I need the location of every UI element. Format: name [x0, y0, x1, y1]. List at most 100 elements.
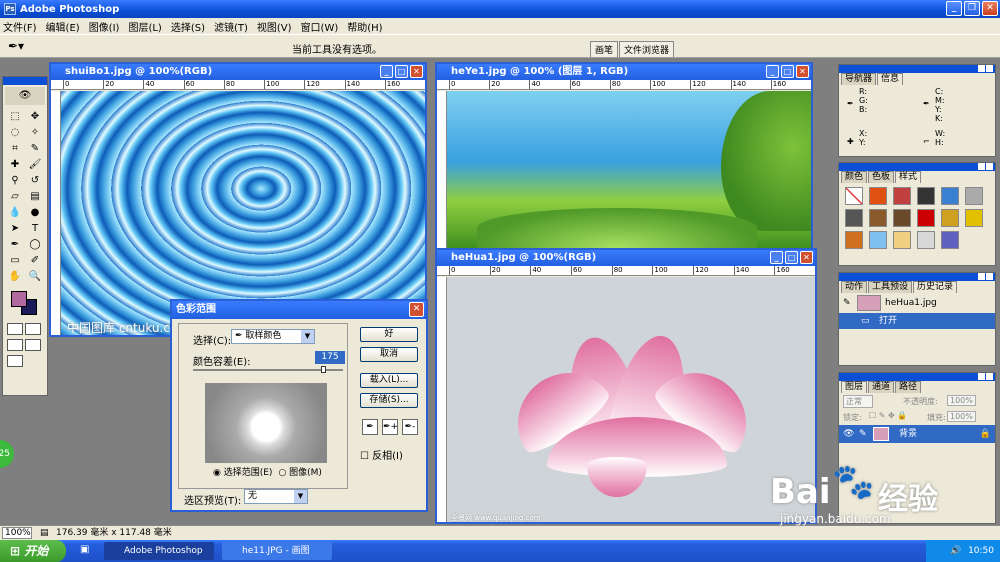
marquee-tool-icon[interactable]: ⬚ — [5, 109, 25, 125]
taskbar-item-photoshop[interactable]: Adobe Photoshop — [104, 542, 214, 560]
style-swatch[interactable] — [917, 187, 935, 205]
fuzziness-slider-knob[interactable] — [321, 366, 326, 373]
doc-minimize-button[interactable]: _ — [770, 251, 783, 264]
doc-minimize-button[interactable]: _ — [766, 65, 779, 78]
restore-button[interactable]: ❐ — [964, 1, 980, 16]
selection-preview[interactable] — [205, 383, 327, 463]
doc-maximize-button[interactable]: □ — [395, 65, 408, 78]
magic-wand-tool-icon[interactable]: ✧ — [25, 125, 45, 141]
style-swatch[interactable] — [917, 231, 935, 249]
style-swatch[interactable] — [965, 209, 983, 227]
menu-select[interactable]: 选择(S) — [171, 19, 205, 34]
radio-image[interactable]: ○ 图像(M) — [278, 465, 322, 478]
clone-stamp-tool-icon[interactable]: ⚲ — [5, 173, 25, 189]
quick-mask-mode-icon[interactable] — [25, 323, 41, 335]
doc-close-button[interactable]: ✕ — [796, 65, 809, 78]
fuzziness-input[interactable]: 175 — [315, 351, 345, 364]
tab-brushes[interactable]: 画笔 — [590, 41, 619, 57]
minimize-button[interactable]: _ — [946, 1, 962, 16]
panel-titlebar[interactable] — [839, 65, 995, 73]
style-swatch[interactable] — [893, 231, 911, 249]
photoshop-eye-icon[interactable]: 👁 — [5, 87, 45, 105]
hand-tool-icon[interactable]: ✋ — [5, 269, 25, 285]
style-swatch[interactable] — [893, 209, 911, 227]
style-swatch[interactable] — [845, 231, 863, 249]
healing-brush-tool-icon[interactable]: ✚ — [5, 157, 25, 173]
menu-image[interactable]: 图像(I) — [89, 19, 120, 34]
shape-tool-icon[interactable]: ◯ — [25, 237, 45, 253]
tab-actions[interactable]: 动作 — [841, 281, 868, 293]
lasso-tool-icon[interactable]: ◌ — [5, 125, 25, 141]
menu-filter[interactable]: 滤镜(T) — [214, 19, 248, 34]
jump-to-imageready-icon[interactable] — [7, 355, 23, 367]
panel-titlebar[interactable] — [839, 273, 995, 281]
eyedropper-tool-icon[interactable]: ✐ — [25, 253, 45, 269]
dialog-titlebar[interactable]: 色彩范围 ✕ — [172, 301, 426, 319]
menu-layer[interactable]: 图层(L) — [128, 19, 161, 34]
doc-titlebar[interactable]: heHua1.jpg @ 100%(RGB) _ □ ✕ — [437, 250, 815, 266]
style-swatch[interactable] — [869, 231, 887, 249]
quicklaunch-icon[interactable]: ▣ — [80, 544, 89, 555]
canvas-lotus-leaf[interactable] — [447, 91, 811, 248]
style-swatch[interactable] — [869, 187, 887, 205]
style-swatch[interactable] — [893, 187, 911, 205]
close-button[interactable]: ✕ — [982, 1, 998, 16]
style-swatch[interactable] — [845, 187, 863, 205]
style-swatch[interactable] — [941, 209, 959, 227]
layer-background[interactable]: 👁 ✎ 背景 🔒 — [839, 425, 995, 443]
doc-close-button[interactable]: ✕ — [410, 65, 423, 78]
eyedropper-minus-icon[interactable]: ✒- — [402, 419, 418, 435]
dodge-tool-icon[interactable]: ● — [25, 205, 45, 221]
canvas-lotus-flower[interactable]: 全景网 www.quanjing.com 214-8054 — [447, 277, 815, 522]
tab-history[interactable]: 历史记录 — [913, 281, 958, 293]
zoom-tool-icon[interactable]: 🔍 — [25, 269, 45, 285]
eraser-tool-icon[interactable]: ▱ — [5, 189, 25, 205]
tab-channels[interactable]: 通道 — [868, 381, 895, 393]
pen-tool-icon[interactable]: ✒ — [5, 237, 25, 253]
selection-preview-dropdown[interactable]: 无 ▼ — [244, 489, 308, 504]
tab-color[interactable]: 颜色 — [841, 171, 868, 183]
eyedropper-icon[interactable]: ✒ — [362, 419, 378, 435]
gradient-tool-icon[interactable]: ▤ — [25, 189, 45, 205]
load-button[interactable]: 载入(L)... — [360, 373, 418, 388]
doc-titlebar[interactable]: heYe1.jpg @ 100% (图层 1, RGB) _ □ ✕ — [437, 64, 811, 80]
menu-edit[interactable]: 编辑(E) — [46, 19, 80, 34]
blend-mode-select[interactable]: 正常 — [843, 395, 873, 408]
tab-file-browser[interactable]: 文件浏览器 — [619, 41, 675, 57]
fuzziness-slider[interactable] — [193, 366, 343, 373]
doc-close-button[interactable]: ✕ — [800, 251, 813, 264]
tab-paths[interactable]: 路径 — [895, 381, 922, 393]
screen-mode-standard-icon[interactable] — [7, 339, 23, 351]
style-swatch[interactable] — [869, 209, 887, 227]
brush-tool-icon[interactable]: 🖌 — [25, 157, 45, 173]
type-tool-icon[interactable]: T — [25, 221, 45, 237]
history-state-open[interactable]: ▭ 打开 — [839, 313, 995, 329]
doc-minimize-button[interactable]: _ — [380, 65, 393, 78]
style-swatch[interactable] — [941, 187, 959, 205]
tab-layers[interactable]: 图层 — [841, 381, 868, 393]
blur-tool-icon[interactable]: 💧 — [5, 205, 25, 221]
standard-mode-icon[interactable] — [7, 323, 23, 335]
menu-file[interactable]: 文件(F) — [3, 19, 37, 34]
tab-styles[interactable]: 样式 — [895, 171, 922, 183]
tray-icons[interactable]: 🔊 — [950, 546, 961, 556]
eyedropper-tool-preset-icon[interactable]: ✒▾ — [8, 39, 24, 53]
zoom-level[interactable]: 100% — [2, 527, 32, 539]
fill-input[interactable]: 100% — [947, 411, 976, 422]
doc-titlebar[interactable]: shuiBo1.jpg @ 100%(RGB) _ □ ✕ — [51, 64, 425, 80]
history-brush-tool-icon[interactable]: ↺ — [25, 173, 45, 189]
style-swatch[interactable] — [917, 209, 935, 227]
eye-icon[interactable]: 👁 — [843, 425, 854, 443]
toolbox-titlebar[interactable] — [3, 77, 47, 85]
panel-titlebar[interactable] — [839, 163, 995, 171]
tab-tool-presets[interactable]: 工具预设 — [868, 281, 913, 293]
lock-icons[interactable]: ☐ ✎ ✥ 🔒 — [869, 411, 907, 420]
path-selection-tool-icon[interactable]: ➤ — [5, 221, 25, 237]
notes-tool-icon[interactable]: ▭ — [5, 253, 25, 269]
crop-tool-icon[interactable]: ⌗ — [5, 141, 25, 157]
taskbar-item-paint[interactable]: he11.JPG - 画图 — [222, 542, 332, 560]
invert-checkbox[interactable]: ☐ 反相(I) — [360, 447, 403, 462]
doc-maximize-button[interactable]: □ — [785, 251, 798, 264]
move-tool-icon[interactable]: ✥ — [25, 109, 45, 125]
panel-titlebar[interactable] — [839, 373, 995, 381]
